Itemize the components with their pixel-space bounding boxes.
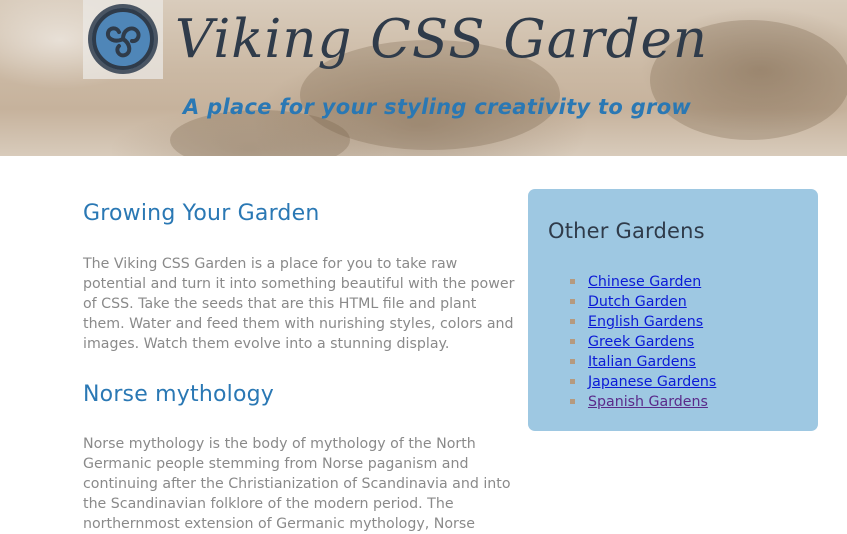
list-item: Japanese Gardens [570, 371, 716, 391]
square-bullet-icon [570, 399, 575, 404]
site-tagline: A place for your styling creativity to g… [183, 95, 692, 119]
link-spanish-gardens[interactable]: Spanish Gardens [588, 394, 708, 410]
section-title-growing: Growing Your Garden [83, 201, 320, 226]
section-text-growing: The Viking CSS Garden is a place for you… [83, 256, 515, 352]
square-bullet-icon [570, 299, 575, 304]
site-title: Viking CSS Garden [175, 9, 709, 70]
header-banner: Viking CSS Garden A place for your styli… [0, 0, 847, 156]
link-greek-gardens[interactable]: Greek Gardens [588, 334, 694, 350]
square-bullet-icon [570, 359, 575, 364]
section-title-norse: Norse mythology [83, 382, 274, 407]
square-bullet-icon [570, 319, 575, 324]
square-bullet-icon [570, 279, 575, 284]
list-item: Dutch Garden [570, 291, 716, 311]
square-bullet-icon [570, 379, 575, 384]
section-text-norse: Norse mythology is the body of mythology… [83, 436, 511, 532]
list-item: Greek Gardens [570, 331, 716, 351]
sidebar-title: Other Gardens [548, 219, 705, 243]
list-item: Spanish Gardens [570, 391, 716, 411]
list-item: Italian Gardens [570, 351, 716, 371]
square-bullet-icon [570, 339, 575, 344]
list-item: Chinese Garden [570, 271, 716, 291]
link-dutch-garden[interactable]: Dutch Garden [588, 294, 687, 310]
triskele-icon [88, 4, 158, 74]
logo[interactable] [83, 0, 163, 79]
link-italian-gardens[interactable]: Italian Gardens [588, 354, 696, 370]
list-item: English Gardens [570, 311, 716, 331]
link-chinese-garden[interactable]: Chinese Garden [588, 274, 701, 290]
sidebar-other-gardens: Other Gardens Chinese Garden Dutch Garde… [528, 189, 818, 431]
link-english-gardens[interactable]: English Gardens [588, 314, 703, 330]
link-japanese-gardens[interactable]: Japanese Gardens [588, 374, 716, 390]
garden-link-list: Chinese Garden Dutch Garden English Gard… [570, 271, 716, 411]
